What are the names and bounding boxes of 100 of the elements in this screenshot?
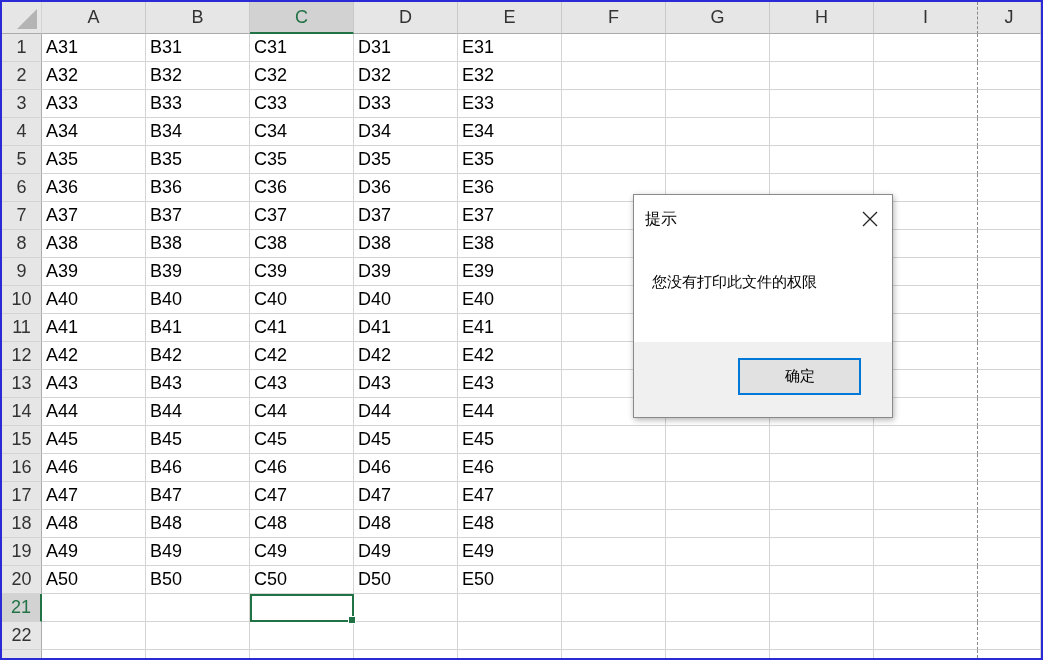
row-header[interactable]: 8 <box>2 230 42 258</box>
table-cell: D44 <box>354 398 458 426</box>
row-header[interactable]: 21 <box>2 594 42 622</box>
table-cell: C50 <box>250 566 354 594</box>
row-header[interactable]: 3 <box>2 90 42 118</box>
empty-cell <box>978 622 1041 650</box>
active-cell[interactable] <box>250 594 354 622</box>
table-cell: B44 <box>146 398 250 426</box>
table-cell: D48 <box>354 510 458 538</box>
table-cell: D50 <box>354 566 458 594</box>
column-header[interactable]: E <box>458 2 562 34</box>
table-cell: C39 <box>250 258 354 286</box>
row-header[interactable]: 18 <box>2 510 42 538</box>
empty-cell <box>978 174 1041 202</box>
table-cell: E33 <box>458 90 562 118</box>
table-cell: D32 <box>354 62 458 90</box>
table-cell: C34 <box>250 118 354 146</box>
close-icon[interactable] <box>862 211 878 227</box>
table-cell: B31 <box>146 34 250 62</box>
empty-cell <box>978 538 1041 566</box>
row-header[interactable]: 16 <box>2 454 42 482</box>
column-header[interactable]: D <box>354 2 458 34</box>
row-header[interactable]: 5 <box>2 146 42 174</box>
table-cell: D43 <box>354 370 458 398</box>
table-cell: E35 <box>458 146 562 174</box>
empty-cell <box>978 146 1041 174</box>
table-cell: C47 <box>250 482 354 510</box>
table-cell: A48 <box>42 510 146 538</box>
row-header[interactable]: 9 <box>2 258 42 286</box>
table-cell: A46 <box>42 454 146 482</box>
empty-cell <box>978 90 1041 118</box>
table-cell: D39 <box>354 258 458 286</box>
ok-button[interactable]: 确定 <box>738 358 861 395</box>
table-cell: A31 <box>42 34 146 62</box>
column-header[interactable]: G <box>666 2 770 34</box>
row-header[interactable]: 15 <box>2 426 42 454</box>
table-cell: D40 <box>354 286 458 314</box>
column-header[interactable]: B <box>146 2 250 34</box>
table-cell: E49 <box>458 538 562 566</box>
table-cell: A39 <box>42 258 146 286</box>
row-header[interactable]: 2 <box>2 62 42 90</box>
table-cell: E38 <box>458 230 562 258</box>
table-cell: A45 <box>42 426 146 454</box>
empty-cell <box>978 510 1041 538</box>
empty-cell <box>978 370 1041 398</box>
column-header[interactable]: J <box>978 2 1041 34</box>
row-header[interactable]: 22 <box>2 622 42 650</box>
table-cell: E47 <box>458 482 562 510</box>
row-header[interactable]: 10 <box>2 286 42 314</box>
table-cell: E41 <box>458 314 562 342</box>
table-cell: D38 <box>354 230 458 258</box>
empty-cell <box>978 482 1041 510</box>
row-header[interactable]: 20 <box>2 566 42 594</box>
empty-cell <box>978 566 1041 594</box>
row-header[interactable]: 1 <box>2 34 42 62</box>
table-cell: A38 <box>42 230 146 258</box>
column-header[interactable]: A <box>42 2 146 34</box>
table-cell: C46 <box>250 454 354 482</box>
row-header[interactable]: 4 <box>2 118 42 146</box>
table-cell: C35 <box>250 146 354 174</box>
row-header[interactable]: 14 <box>2 398 42 426</box>
table-cell: A41 <box>42 314 146 342</box>
column-header[interactable]: H <box>770 2 874 34</box>
table-cell: A42 <box>42 342 146 370</box>
table-cell: E48 <box>458 510 562 538</box>
row-header[interactable]: 13 <box>2 370 42 398</box>
row-header[interactable]: 11 <box>2 314 42 342</box>
table-cell: D42 <box>354 342 458 370</box>
row-header[interactable]: 12 <box>2 342 42 370</box>
column-header[interactable]: I <box>874 2 978 34</box>
table-cell: A35 <box>42 146 146 174</box>
table-cell: E45 <box>458 426 562 454</box>
empty-cell <box>978 594 1041 622</box>
table-cell: E46 <box>458 454 562 482</box>
row-header[interactable]: 17 <box>2 482 42 510</box>
empty-cell <box>978 454 1041 482</box>
row-header[interactable]: 7 <box>2 202 42 230</box>
column-header[interactable]: C <box>250 2 354 34</box>
empty-cell <box>978 258 1041 286</box>
row-header[interactable]: 19 <box>2 538 42 566</box>
empty-cell <box>978 398 1041 426</box>
table-cell: D36 <box>354 174 458 202</box>
column-header[interactable]: F <box>562 2 666 34</box>
table-cell: B48 <box>146 510 250 538</box>
table-cell: D31 <box>354 34 458 62</box>
table-cell: B37 <box>146 202 250 230</box>
table-cell: C44 <box>250 398 354 426</box>
row-header[interactable]: 6 <box>2 174 42 202</box>
empty-cell <box>978 62 1041 90</box>
table-cell: C42 <box>250 342 354 370</box>
table-cell: B45 <box>146 426 250 454</box>
table-cell: A50 <box>42 566 146 594</box>
table-cell: E40 <box>458 286 562 314</box>
table-cell: B49 <box>146 538 250 566</box>
table-cell: B43 <box>146 370 250 398</box>
table-cell: E43 <box>458 370 562 398</box>
table-cell: D37 <box>354 202 458 230</box>
table-cell: D46 <box>354 454 458 482</box>
table-cell: B50 <box>146 566 250 594</box>
table-cell: C48 <box>250 510 354 538</box>
